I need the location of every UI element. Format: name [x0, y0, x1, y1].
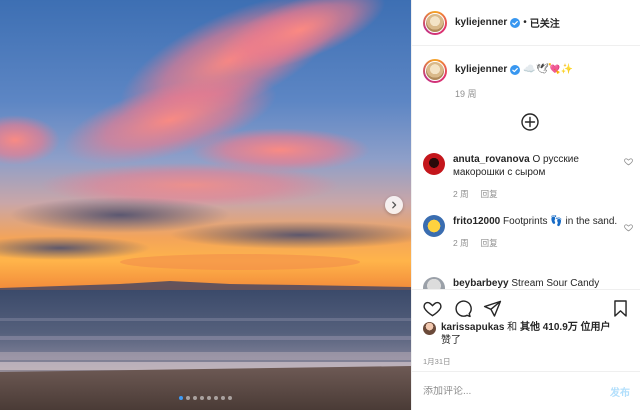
liked-label: 赞了 [441, 335, 461, 346]
others-count-link[interactable]: 其他 410.9万 位用户 [520, 322, 611, 333]
liker-avatar[interactable] [423, 322, 436, 335]
add-circle-icon[interactable] [520, 112, 540, 132]
carousel-dot [214, 396, 218, 400]
caption-age: 19 周 [455, 89, 477, 99]
comment-avatar[interactable] [423, 153, 445, 175]
heart-icon[interactable] [624, 223, 633, 232]
avatar[interactable] [423, 10, 447, 35]
comment-username[interactable]: frito12000 [453, 216, 500, 227]
comment-username[interactable]: beybarbeyy [453, 278, 509, 289]
caption-text: ☁️🕊💘✨ [523, 64, 574, 75]
follow-status-button[interactable]: 已关注 [530, 15, 560, 30]
verified-badge-icon [510, 17, 521, 28]
carousel-indicator [0, 396, 411, 400]
reply-button[interactable]: 回复 [481, 237, 498, 250]
post-header: kyliejenner • 已关注 [412, 0, 640, 46]
post-date: 1月31日 [423, 357, 451, 366]
comment-item: anuta_rovanova О русские макорошки с сыр… [423, 153, 637, 201]
carousel-dot [193, 396, 197, 400]
carousel-dot [200, 396, 204, 400]
heart-icon[interactable] [624, 157, 633, 166]
heart-icon[interactable] [423, 299, 442, 318]
carousel-dot [179, 396, 183, 400]
next-photo-button[interactable] [385, 196, 403, 214]
liker-username[interactable]: karissapukas [441, 322, 504, 333]
caption-avatar[interactable] [423, 59, 447, 83]
share-icon[interactable] [483, 299, 502, 318]
carousel-dot [221, 396, 225, 400]
reply-button[interactable]: 回复 [481, 188, 498, 201]
add-comment-bar: 发布 [412, 371, 640, 410]
carousel-dot [186, 396, 190, 400]
comment-text: Stream Sour Candy [511, 278, 600, 289]
post-side-panel: kyliejenner • 已关注 kyliejenner ☁️🕊💘✨ 19 周… [411, 0, 640, 410]
likes-summary: karissapukas 和 其他 410.9万 位用户 赞了 [423, 321, 637, 347]
comment-item: frito12000 Footprints 👣 in the sand. 2 周… [423, 215, 637, 250]
comment-text: Footprints 👣 in the sand. [503, 216, 618, 227]
chevron-right-icon [392, 201, 397, 209]
carousel-dot [228, 396, 232, 400]
comment-avatar[interactable] [423, 277, 445, 289]
comment-age: 2 周 [453, 238, 469, 248]
comment-username[interactable]: anuta_rovanova [453, 154, 530, 165]
bookmark-icon[interactable] [611, 299, 630, 318]
header-username[interactable]: kyliejenner [455, 17, 507, 28]
likes-connector: 和 [504, 322, 520, 333]
comment-item: beybarbeyy Stream Sour Candy [423, 277, 637, 289]
comment-avatar[interactable] [423, 215, 445, 237]
caption-username[interactable]: kyliejenner [455, 64, 507, 75]
comment-icon[interactable] [453, 299, 472, 318]
post-photo[interactable] [0, 0, 411, 410]
comment-age: 2 周 [453, 189, 469, 199]
post-comment-button[interactable]: 发布 [610, 384, 630, 399]
caption: kyliejenner ☁️🕊💘✨ 19 周 [423, 59, 573, 100]
post-view: kyliejenner • 已关注 kyliejenner ☁️🕊💘✨ 19 周… [0, 0, 640, 410]
verified-badge-icon [510, 64, 521, 75]
sunset-beach-image [0, 0, 411, 410]
carousel-dot [207, 396, 211, 400]
separator-dot: • [523, 17, 527, 28]
comment-input[interactable] [423, 385, 610, 397]
comments-scroll-area[interactable]: kyliejenner ☁️🕊💘✨ 19 周 anuta_rovanova О … [412, 47, 640, 289]
